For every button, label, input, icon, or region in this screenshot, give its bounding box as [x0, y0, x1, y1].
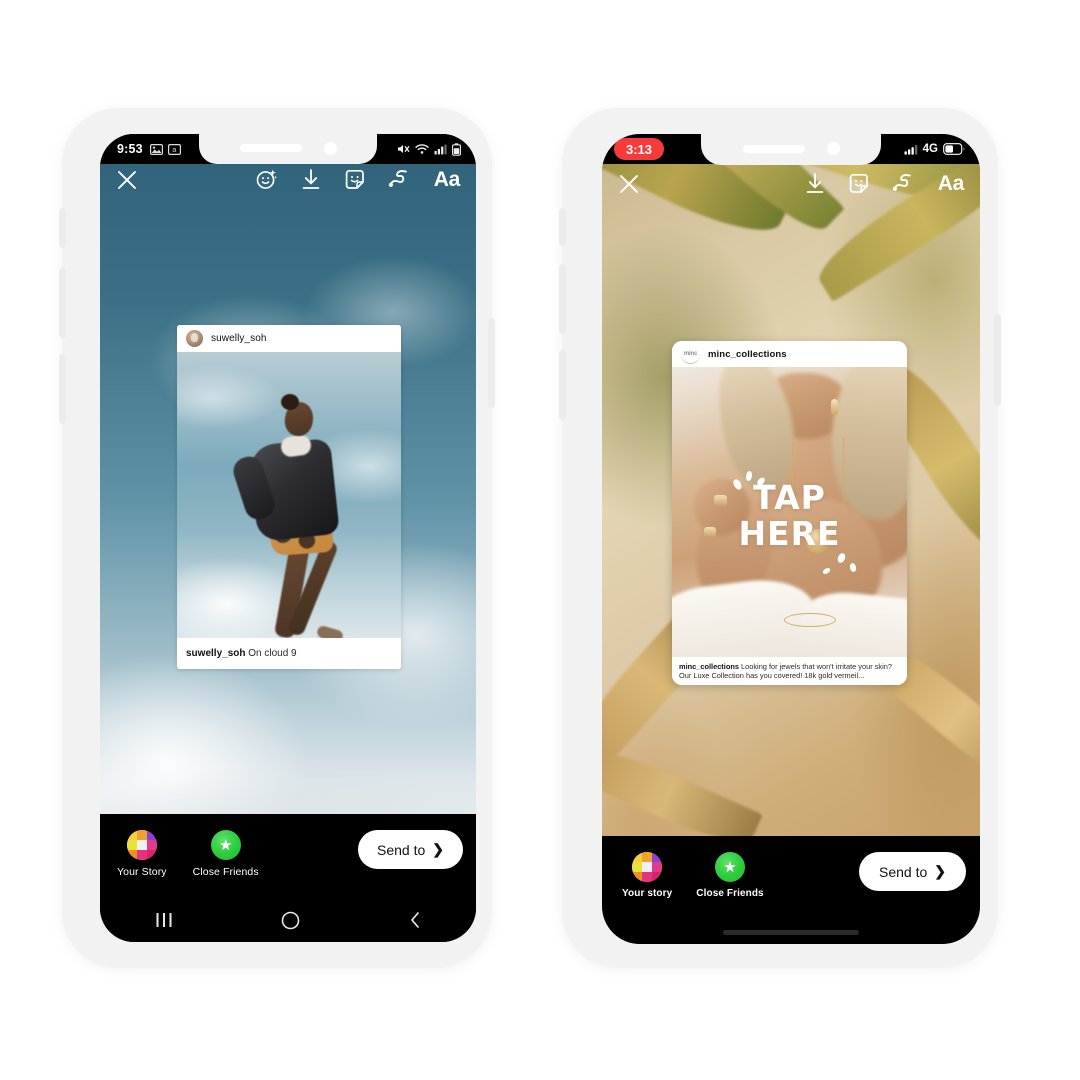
text-aa-icon[interactable]: Aa: [938, 173, 965, 194]
volume-up-button-right[interactable]: [559, 264, 566, 334]
chevron-right-icon: ❯: [934, 863, 946, 879]
close-icon[interactable]: [116, 169, 138, 191]
signal-icon: [434, 144, 447, 155]
power-button[interactable]: [488, 318, 495, 408]
mute-switch-button[interactable]: [59, 208, 66, 248]
draw-squiggle-icon[interactable]: [892, 173, 916, 195]
download-icon[interactable]: [804, 172, 826, 195]
volume-down-button-right[interactable]: [559, 350, 566, 420]
story-post-card-right[interactable]: minc minc_collections TAP HERE minc_coll…: [672, 341, 907, 685]
sticker-icon[interactable]: [344, 169, 366, 191]
status-bar-right-icons-ios: 4G: [904, 143, 965, 155]
send-to-button[interactable]: Send to ❯: [358, 830, 463, 869]
avatar-logo-text: minc: [683, 350, 698, 357]
phone-screen-right: 3:13 4G Aa minc minc_collections TAP HER…: [602, 134, 980, 944]
volume-up-button[interactable]: [59, 268, 66, 338]
android-nav-bar: [100, 898, 476, 942]
send-to-label: Send to: [879, 863, 928, 880]
volume-down-button[interactable]: [59, 354, 66, 424]
mute-switch-button-right[interactable]: [559, 208, 566, 246]
story-toolbar-left: Aa: [100, 168, 476, 191]
card-caption: suwelly_soh On cloud 9: [177, 638, 401, 669]
photo-icon: [149, 143, 163, 155]
caption-username[interactable]: suwelly_soh: [186, 648, 245, 659]
text-aa-icon[interactable]: Aa: [434, 169, 461, 190]
chevron-right-icon: ❯: [432, 841, 444, 857]
close-icon[interactable]: [618, 173, 640, 195]
earpiece-speaker: [239, 144, 302, 152]
caption-username[interactable]: minc_collections: [679, 662, 739, 671]
notch-right: [701, 134, 881, 165]
home-icon[interactable]: [281, 911, 300, 930]
network-type-label: 4G: [922, 143, 938, 155]
mockup-stage: 9:53 a Aa suwelly_soh suwelly_soh On clo…: [0, 0, 1080, 1080]
wifi-icon: [415, 144, 429, 154]
recents-icon[interactable]: [154, 912, 174, 928]
send-to-label: Send to: [377, 841, 426, 858]
close-friends-label: Close Friends: [696, 888, 764, 899]
card-caption: minc_collections Looking for jewels that…: [672, 657, 907, 685]
notch-left: [199, 134, 377, 164]
ios-home-indicator[interactable]: [723, 930, 859, 935]
caption-wrap: suwelly_soh On cloud 9: [186, 648, 297, 659]
card-username[interactable]: minc_collections: [708, 349, 787, 360]
phone-screen-left: 9:53 a Aa suwelly_soh suwelly_soh On clo…: [100, 134, 476, 942]
your-story-label: Your Story: [117, 866, 167, 878]
status-bar-left-icons: a: [149, 143, 181, 155]
tap-here-overlay-line2: HERE: [738, 514, 841, 553]
share-option-close-friends[interactable]: ★ Close Friends: [696, 852, 764, 899]
share-option-your-story[interactable]: Your story: [622, 852, 672, 899]
svg-text:a: a: [172, 147, 176, 154]
card-username[interactable]: suwelly_soh: [211, 333, 267, 344]
recording-time-pill: 3:13: [614, 138, 665, 160]
toolbar-icon-group-right: Aa: [804, 172, 964, 195]
earpiece-speaker: [742, 144, 805, 153]
send-to-button[interactable]: Send to ❯: [859, 852, 966, 891]
close-friends-label: Close Friends: [192, 866, 259, 878]
earring-icon: [831, 399, 838, 415]
front-camera-icon: [826, 142, 840, 155]
tap-here-overlay-line1: TAP: [753, 478, 826, 517]
mute-icon: [398, 145, 410, 153]
download-icon[interactable]: [300, 168, 322, 191]
card-media: [177, 352, 401, 638]
status-bar-time: 9:53: [117, 142, 143, 156]
close-friends-star-icon: ★: [715, 852, 745, 882]
battery-icon: [452, 142, 461, 156]
draw-squiggle-icon[interactable]: [388, 169, 412, 191]
back-icon[interactable]: [408, 911, 422, 929]
your-story-icon: [632, 852, 663, 882]
share-bar-right: Your story ★ Close Friends Send to ❯: [602, 836, 980, 944]
avatar: minc: [681, 344, 700, 364]
story-toolbar-right: Aa: [602, 172, 980, 195]
status-bar-right-icons: [396, 142, 461, 156]
effects-face-icon[interactable]: [255, 168, 278, 191]
card-header: suwelly_soh: [177, 325, 401, 352]
power-button-right[interactable]: [994, 314, 1001, 406]
caption-text: On cloud 9: [248, 648, 297, 659]
front-camera-icon: [323, 141, 337, 155]
card-media: TAP HERE: [672, 367, 907, 657]
your-story-label: Your story: [622, 888, 673, 899]
your-story-icon: [126, 830, 157, 860]
avatar: [186, 330, 203, 347]
battery-icon: [943, 143, 965, 155]
caption-wrap: minc_collections Looking for jewels that…: [679, 662, 900, 681]
figure-hair-bun: [281, 394, 299, 410]
screenshot-icon: a: [167, 143, 181, 155]
share-option-close-friends[interactable]: ★ Close Friends: [193, 830, 259, 878]
signal-icon: [904, 145, 917, 155]
close-friends-star-icon: ★: [210, 830, 241, 860]
sticker-icon[interactable]: [848, 173, 870, 195]
phone-device-left: 9:53 a Aa suwelly_soh suwelly_soh On clo…: [59, 108, 495, 968]
toolbar-icon-group-left: Aa: [255, 168, 460, 191]
bracelet-icon: [784, 613, 836, 627]
phone-device-right: 3:13 4G Aa minc minc_collections TAP HER…: [559, 108, 1001, 968]
story-post-card-left[interactable]: suwelly_soh suwelly_soh On cloud 9: [177, 325, 401, 669]
share-option-your-story[interactable]: Your Story: [117, 830, 167, 878]
card-header: minc minc_collections: [672, 341, 907, 367]
